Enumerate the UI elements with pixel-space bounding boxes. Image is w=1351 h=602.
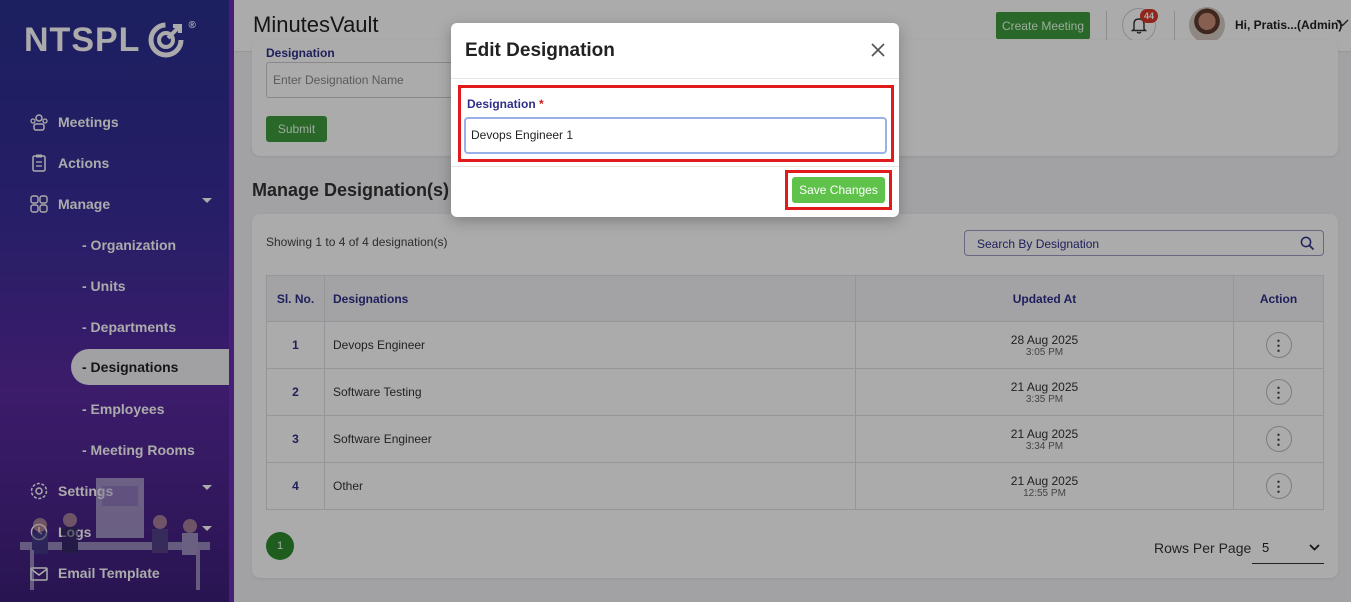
modal-field-label: Designation * — [467, 97, 544, 111]
modal-footer-divider — [451, 166, 899, 167]
close-icon[interactable] — [869, 41, 887, 59]
modal-header: Edit Designation — [451, 23, 899, 79]
required-mark: * — [539, 97, 544, 111]
edit-designation-modal: Edit Designation Designation * Devops En… — [451, 23, 899, 217]
modal-title: Edit Designation — [465, 40, 615, 61]
save-changes-highlight: Save Changes — [785, 170, 892, 210]
save-changes-button[interactable]: Save Changes — [792, 177, 885, 203]
modal-field-label-text: Designation — [467, 97, 536, 111]
designation-field-group: Designation * Devops Engineer 1 — [458, 85, 894, 162]
designation-edit-input[interactable]: Devops Engineer 1 — [464, 117, 887, 154]
